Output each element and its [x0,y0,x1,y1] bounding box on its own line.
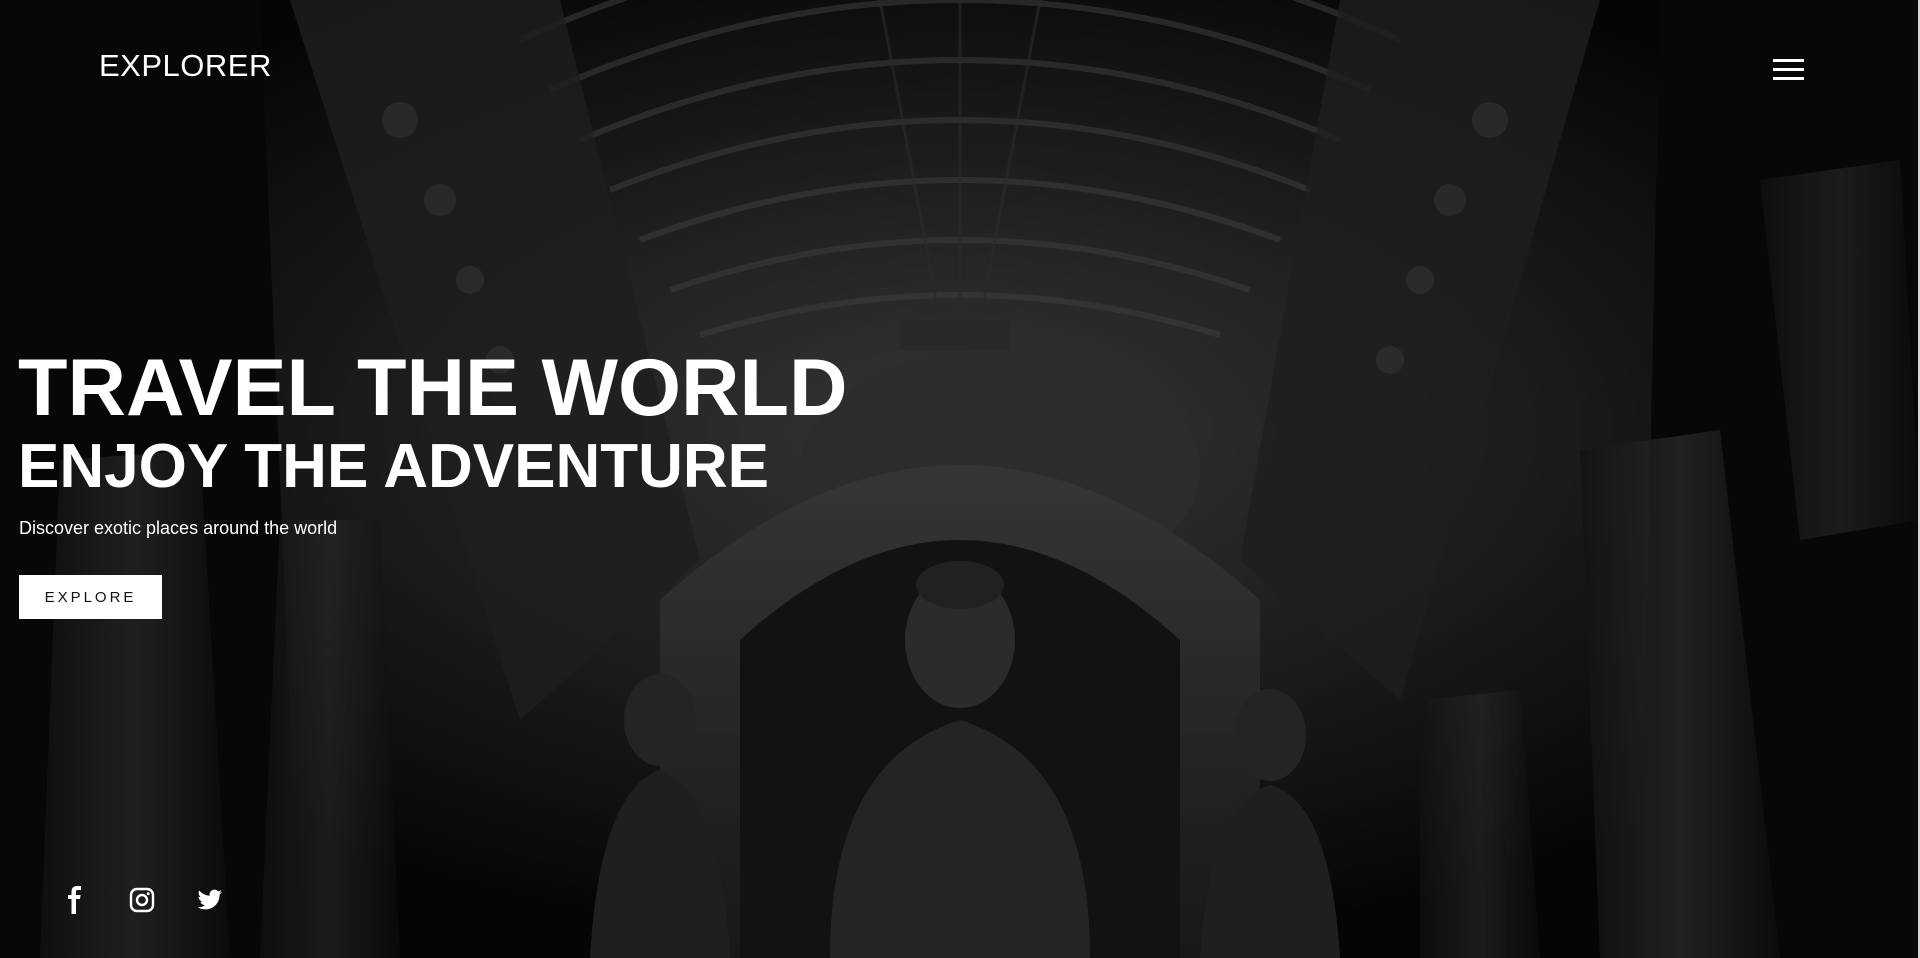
hamburger-menu-icon[interactable] [1773,57,1805,83]
explore-button[interactable]: EXPLORE [19,575,162,619]
hero-tagline: Discover exotic places around the world [19,518,338,538]
hero-subtitle: ENJOY THE ADVENTURE [18,432,770,501]
twitter-glyph [197,889,222,910]
hero-title: TRAVEL THE WORLD [18,343,848,433]
facebook-icon[interactable] [61,885,89,915]
hero-page: EXPLORER TRAVEL THE WORLD ENJOY THE ADVE… [0,0,1920,958]
instagram-glyph [129,887,155,913]
twitter-icon[interactable] [197,889,223,911]
menu-bar [1773,77,1804,80]
site-logo[interactable]: EXPLORER [99,48,272,84]
menu-bar [1773,59,1804,62]
menu-bar [1773,68,1804,71]
instagram-icon[interactable] [129,887,155,913]
facebook-glyph [68,886,81,914]
